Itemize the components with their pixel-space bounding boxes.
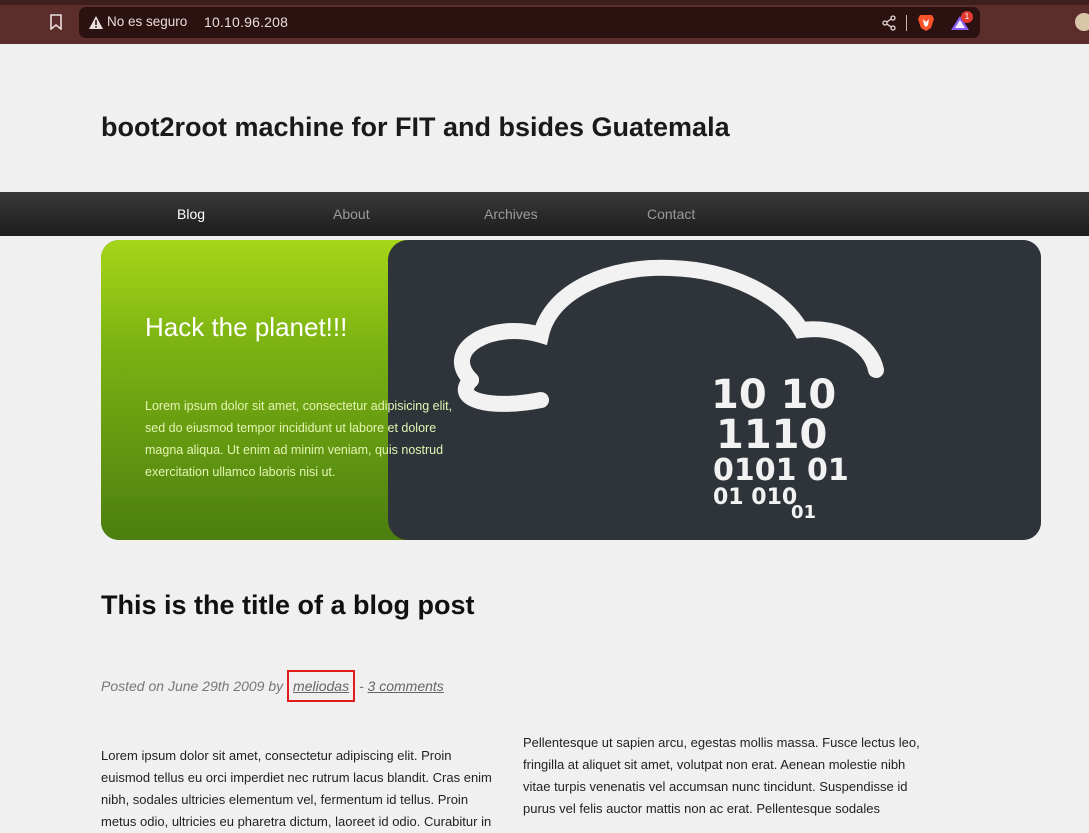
url-text[interactable]: 10.10.96.208 [204,14,288,30]
post-date: Posted on June 29th 2009 by [101,678,284,694]
browser-toolbar: No es seguro 10.10.96.208 1 [0,0,1089,44]
tab-strip-edge [0,0,1089,5]
toolbar-divider [906,15,907,31]
nav-contact[interactable]: Contact [647,206,695,222]
post-body-column-1: Lorem ipsum dolor sit amet, consectetur … [101,748,492,829]
post-meta: Posted on June 29th 2009 by meliodas - 3… [101,670,444,702]
share-icon[interactable] [881,15,897,31]
site-title: boot2root machine for FIT and bsides Gua… [101,112,730,142]
nav-blog[interactable]: Blog [177,206,205,222]
hero-banner: Hack the planet!!! Lorem ipsum dolor sit… [101,240,1041,540]
author-link[interactable]: meliodas [293,678,349,694]
cloud-binary-icon: 10 10 1110 0101 01 01 010 01 [454,259,884,523]
meta-separator: - [358,678,364,694]
banner-title: Hack the planet!!! [145,312,348,342]
nav-about[interactable]: About [333,206,370,222]
rewards-badge: 1 [961,11,973,23]
binary-line-2: 1110 [716,412,827,458]
comments-link[interactable]: 3 comments [368,678,444,694]
nav-archives[interactable]: Archives [484,206,538,222]
post-title: This is the title of a blog post [101,590,475,620]
extension-icon[interactable] [1075,13,1089,31]
bookmark-icon[interactable] [49,14,63,30]
binary-line-5: 01 [791,502,816,523]
brave-shields-icon[interactable] [917,13,935,32]
address-bar[interactable]: No es seguro 10.10.96.208 1 [79,7,980,38]
banner-text: Lorem ipsum dolor sit amet, consectetur … [145,399,453,479]
main-nav: Blog About Archives Contact [0,192,1089,236]
banner-green-panel [101,240,431,540]
binary-line-3: 0101 01 [713,453,849,488]
post-body-column-2: Pellentesque ut sapien arcu, egestas mol… [523,735,920,816]
warning-icon[interactable] [89,16,103,29]
binary-line-4: 01 010 [713,485,797,510]
author-highlight: meliodas [287,670,356,702]
security-label[interactable]: No es seguro [107,14,187,29]
